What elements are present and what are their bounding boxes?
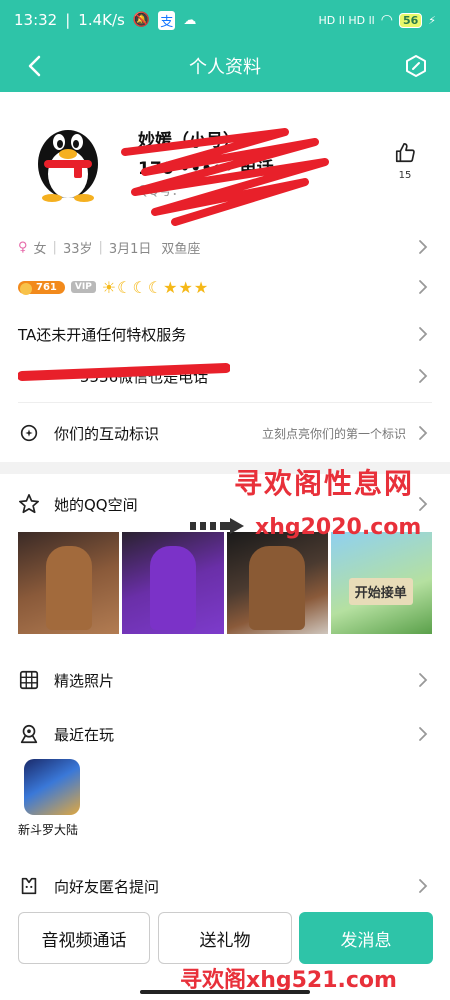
game-name: 新斗罗大陆: [18, 823, 79, 837]
featured-photos-label: 精选照片: [54, 671, 115, 690]
basic-info-row[interactable]: ♀ 女 | 33岁 | 3月1日 双鱼座: [0, 227, 450, 267]
qzone-photo[interactable]: 开始接单: [330, 532, 432, 634]
avatar[interactable]: [28, 116, 108, 202]
chevron-right-icon: [419, 673, 428, 687]
badge-gear-icon: [20, 424, 38, 442]
status-bar: 13:32 | 1.4K/s 🔕 支 ☁ HD ll HD ll ◠ 56 ⚡: [0, 0, 450, 40]
badges-row[interactable]: 761 VIP ☀☾☾☾★★★: [0, 267, 450, 307]
game-item[interactable]: 新斗罗大陆: [18, 759, 98, 838]
profile-card: 妙媛（小号） 176 ••••• 电话 QQ号： 15 ♀ 女 | 33岁 | …: [0, 92, 450, 1000]
recently-played-row[interactable]: 最近在玩: [0, 712, 450, 756]
edit-profile-button[interactable]: [400, 50, 432, 82]
privilege-service-text: TA还未开通任何特权服务: [18, 325, 187, 344]
home-indicator[interactable]: [140, 990, 310, 994]
like-count: 15: [398, 170, 412, 181]
game-app-icon: [24, 759, 80, 815]
featured-photos-row[interactable]: 精选照片: [0, 658, 450, 702]
chevron-right-icon: [419, 280, 428, 294]
hexagon-edit-icon: [406, 55, 426, 77]
photo-figure: [45, 546, 92, 630]
interaction-marks-label: 你们的互动标识: [54, 424, 160, 443]
status-sep: |: [65, 11, 71, 29]
profile-header: 妙媛（小号） 176 ••••• 电话 QQ号： 15: [0, 92, 450, 227]
redaction-scribble: [121, 128, 329, 226]
like-button[interactable]: 15: [390, 142, 420, 181]
arrow-right-icon: [190, 518, 244, 534]
send-message-button[interactable]: 发消息: [299, 912, 433, 964]
game-pin-icon: [20, 724, 38, 744]
qzone-label: 她的QQ空间: [54, 495, 138, 514]
send-gift-button[interactable]: 送礼物: [158, 912, 292, 964]
battery-icon: 56: [398, 12, 423, 28]
cloud-icon: ☁: [183, 12, 197, 28]
photo-figure: [249, 546, 306, 630]
qq-level-icons: ☀☾☾☾★★★: [101, 277, 210, 297]
penguin-avatar-icon: [38, 130, 98, 202]
interaction-marks-hint: 立刻点亮你们的第一个标识: [261, 426, 406, 441]
signal-icon: HD ll HD ll: [318, 13, 375, 27]
female-icon: ♀: [18, 239, 28, 255]
watermark-mid: xhg2020.com: [255, 515, 422, 540]
chevron-right-icon: [419, 879, 428, 893]
star-icon: [19, 494, 39, 514]
info-divider: |: [98, 239, 103, 255]
grid-icon: [19, 670, 39, 690]
page-title: 个人资料: [189, 57, 261, 78]
charging-icon: ⚡: [428, 13, 436, 27]
redaction-line: [18, 363, 230, 381]
gender-text: 女: [33, 241, 47, 257]
status-time: 13:32: [14, 11, 58, 29]
privilege-service-row[interactable]: TA还未开通任何特权服务: [0, 314, 450, 354]
wifi-icon: ◠: [380, 12, 393, 28]
chevron-left-icon: [28, 55, 41, 77]
birthday-text: 3月1日: [108, 241, 152, 257]
interaction-marks-row[interactable]: 你们的互动标识 立刻点亮你们的第一个标识: [0, 412, 450, 454]
photo-sign-text: 开始接单: [348, 578, 413, 605]
age-text: 33岁: [62, 241, 93, 257]
chevron-right-icon: [419, 240, 428, 254]
thumbs-up-icon: [395, 143, 415, 163]
anonymous-mask-icon: [21, 877, 37, 895]
qzone-photo[interactable]: [226, 532, 328, 634]
info-divider: |: [52, 239, 57, 255]
mute-icon: 🔕: [132, 12, 151, 28]
watermark-top: 寻欢阁性息网: [234, 467, 415, 500]
zodiac-text: 双鱼座: [161, 241, 201, 257]
photo-figure: [149, 546, 196, 630]
chevron-right-icon: [419, 327, 428, 341]
vip-badge: VIP: [70, 281, 96, 293]
back-button[interactable]: [18, 50, 50, 82]
level-badge: 761: [18, 280, 65, 295]
alipay-icon: 支: [158, 10, 176, 30]
divider: [18, 402, 432, 403]
qzone-photo[interactable]: [122, 532, 224, 634]
header: 13:32 | 1.4K/s 🔕 支 ☁ HD ll HD ll ◠ 56 ⚡ …: [0, 0, 450, 92]
chevron-right-icon: [419, 369, 428, 383]
nav-bar: 个人资料: [0, 40, 450, 92]
qzone-photo[interactable]: [18, 532, 120, 634]
signature-row[interactable]: •••••••5536微信也是电话: [0, 356, 450, 396]
chevron-right-icon: [419, 426, 428, 440]
chevron-right-icon: [419, 727, 428, 741]
av-call-button[interactable]: 音视频通话: [18, 912, 150, 964]
qzone-photos: 开始接单: [18, 532, 432, 634]
recently-played-label: 最近在玩: [54, 725, 115, 744]
anonymous-question-label: 向好友匿名提问: [54, 877, 160, 896]
anonymous-question-row[interactable]: 向好友匿名提问: [0, 864, 450, 908]
chevron-right-icon: [419, 497, 428, 511]
status-net-speed: 1.4K/s: [78, 11, 125, 29]
